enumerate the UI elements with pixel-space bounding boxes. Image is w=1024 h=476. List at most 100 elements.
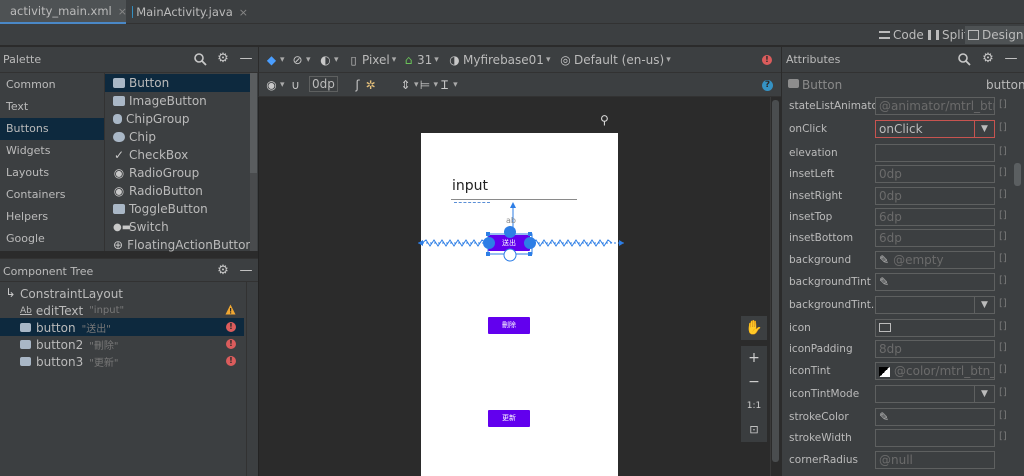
category-text[interactable]: Text bbox=[0, 96, 104, 118]
api-select[interactable]: ⌂ 31 ▾ bbox=[402, 52, 439, 68]
warning-icon[interactable] bbox=[225, 304, 236, 315]
search-icon[interactable] bbox=[957, 52, 971, 66]
brackets-icon[interactable]: [] bbox=[999, 275, 1007, 286]
brackets-icon[interactable]: [] bbox=[999, 387, 1007, 398]
category-containers[interactable]: Containers bbox=[0, 184, 104, 206]
minimize-icon[interactable]: — bbox=[239, 264, 253, 278]
tab-activity-main[interactable]: activity_main.xml × bbox=[0, 0, 127, 24]
baseline-icon[interactable]: ab bbox=[506, 216, 516, 225]
brackets-icon[interactable]: [] bbox=[999, 167, 1007, 178]
device-select[interactable]: ▯ Pixel ▾ bbox=[347, 52, 396, 68]
attr-value-field[interactable]: 6dp bbox=[875, 208, 995, 226]
brackets-icon[interactable]: [] bbox=[999, 99, 1007, 110]
widget-fab[interactable]: ⊕ FloatingActionButton bbox=[105, 236, 253, 254]
attr-value-field[interactable] bbox=[875, 144, 995, 162]
error-icon[interactable]: ! bbox=[226, 322, 236, 332]
category-common[interactable]: Common bbox=[0, 74, 104, 96]
brackets-icon[interactable]: [] bbox=[999, 122, 1007, 133]
edittext-hint[interactable]: input bbox=[452, 178, 488, 194]
attr-value-field[interactable]: 0dp bbox=[875, 165, 995, 183]
right-anchor[interactable] bbox=[524, 237, 536, 249]
attributes-scrollbar[interactable] bbox=[1014, 163, 1021, 186]
default-margin-button[interactable]: 0dp bbox=[309, 76, 338, 92]
clear-constraints-button[interactable]: ʃ ✲ bbox=[351, 77, 377, 93]
brackets-icon[interactable]: [] bbox=[999, 321, 1007, 332]
brackets-icon[interactable]: [] bbox=[999, 410, 1007, 421]
widget-chipgroup[interactable]: ChipGroup bbox=[105, 110, 250, 128]
attr-value-field[interactable]: 8dp bbox=[875, 340, 995, 358]
attr-value-field[interactable] bbox=[875, 429, 995, 447]
widget-radiogroup[interactable]: ◉ RadioGroup bbox=[105, 164, 250, 182]
chevron-down-icon[interactable]: ▼ bbox=[975, 120, 995, 138]
resize-handle[interactable] bbox=[528, 232, 532, 236]
orientation-button[interactable]: ⊘ ▾ bbox=[291, 52, 310, 68]
autoconnect-button[interactable]: ∪ bbox=[289, 77, 302, 93]
category-widgets[interactable]: Widgets bbox=[0, 140, 104, 162]
chevron-down-icon[interactable]: ▼ bbox=[975, 296, 995, 314]
attr-value-field[interactable]: 0dp bbox=[875, 187, 995, 205]
attr-value-field[interactable]: 6dp bbox=[875, 229, 995, 247]
tree-node-constraintlayout[interactable]: ↳ ConstraintLayout bbox=[4, 285, 123, 302]
top-anchor[interactable] bbox=[504, 226, 516, 238]
attr-value-field[interactable]: ✎ bbox=[875, 408, 995, 426]
brackets-icon[interactable]: [] bbox=[999, 431, 1007, 442]
zoom-out-button[interactable]: − bbox=[741, 370, 767, 394]
category-google[interactable]: Google bbox=[0, 228, 104, 250]
brackets-icon[interactable]: [] bbox=[999, 342, 1007, 353]
resize-handle[interactable] bbox=[486, 252, 490, 256]
attr-value-field[interactable]: @null bbox=[875, 451, 995, 469]
tab-main-activity[interactable]: MainActivity.java × bbox=[126, 0, 254, 24]
resize-handle[interactable] bbox=[486, 232, 490, 236]
zoom-actual-size-button[interactable]: 1:1 bbox=[741, 394, 767, 418]
brackets-icon[interactable]: [] bbox=[999, 189, 1007, 200]
category-layouts[interactable]: Layouts bbox=[0, 162, 104, 184]
category-helpers[interactable]: Helpers bbox=[0, 206, 104, 228]
help-icon[interactable]: ? bbox=[762, 77, 773, 93]
attr-select[interactable] bbox=[875, 385, 975, 403]
brackets-icon[interactable]: [] bbox=[999, 231, 1007, 242]
locale-select[interactable]: ◎ Default (en-us) ▾ bbox=[559, 52, 670, 68]
widget-togglebutton[interactable]: ToggleButton bbox=[105, 200, 250, 218]
zoom-in-button[interactable]: + bbox=[741, 346, 767, 370]
tree-node-button3[interactable]: button3 "更新" bbox=[20, 353, 118, 370]
pin-icon[interactable]: ⚲ bbox=[600, 113, 609, 127]
widget-switch[interactable]: ●▬ Switch bbox=[105, 218, 250, 236]
widget-radiobutton[interactable]: ◉ RadioButton bbox=[105, 182, 250, 200]
brackets-icon[interactable]: [] bbox=[999, 146, 1007, 157]
search-icon[interactable] bbox=[193, 52, 207, 66]
close-icon[interactable]: × bbox=[239, 6, 248, 19]
error-icon[interactable]: ! bbox=[226, 339, 236, 349]
attr-value-field[interactable] bbox=[875, 319, 995, 337]
minimize-icon[interactable]: — bbox=[1004, 52, 1018, 66]
attr-value-field[interactable]: ✎ @empty bbox=[875, 251, 995, 269]
canvas-scrollbar[interactable] bbox=[772, 100, 779, 462]
attr-value-field[interactable]: @animator/mtrl_btn_s bbox=[875, 97, 995, 115]
widget-button[interactable]: Button bbox=[105, 74, 250, 92]
chevron-down-icon[interactable]: ▼ bbox=[975, 385, 995, 403]
gear-icon[interactable]: ⚙ bbox=[216, 52, 230, 66]
resize-handle[interactable] bbox=[528, 252, 532, 256]
zoom-to-fit-button[interactable]: ⊡ bbox=[741, 418, 767, 442]
gear-icon[interactable]: ⚙ bbox=[981, 52, 995, 66]
night-mode-button[interactable]: ◐ ▾ bbox=[319, 52, 338, 68]
bottom-anchor[interactable] bbox=[503, 248, 517, 262]
layers-button[interactable]: ◆ ▾ bbox=[265, 52, 285, 68]
design-mode-button[interactable]: Design bbox=[965, 26, 1024, 44]
selection-overlay[interactable]: ab bbox=[418, 196, 624, 266]
tree-node-button2[interactable]: button2 "刪除" bbox=[20, 336, 118, 353]
tree-node-edittext[interactable]: Ab editText "input" bbox=[20, 302, 124, 319]
widget-chip[interactable]: Chip bbox=[105, 128, 250, 146]
palette-scrollbar[interactable] bbox=[250, 73, 257, 173]
widget-imagebutton[interactable]: ImageButton bbox=[105, 92, 250, 110]
attr-select[interactable] bbox=[875, 296, 975, 314]
guidelines-button[interactable]: ⇕ ▾ ⊨ ▾ Ɪ ▾ bbox=[399, 77, 457, 93]
left-anchor[interactable] bbox=[483, 237, 495, 249]
onclick-select[interactable]: onClick bbox=[875, 120, 975, 138]
brackets-icon[interactable]: [] bbox=[999, 364, 1007, 375]
brackets-icon[interactable]: [] bbox=[999, 253, 1007, 264]
tree-node-button[interactable]: button "送出" bbox=[20, 319, 111, 336]
attr-value-field[interactable]: ✎ bbox=[875, 273, 995, 291]
category-buttons[interactable]: Buttons bbox=[0, 118, 104, 140]
tree-scrollbar[interactable] bbox=[246, 282, 258, 476]
widget-checkbox[interactable]: ✓ CheckBox bbox=[105, 146, 250, 164]
